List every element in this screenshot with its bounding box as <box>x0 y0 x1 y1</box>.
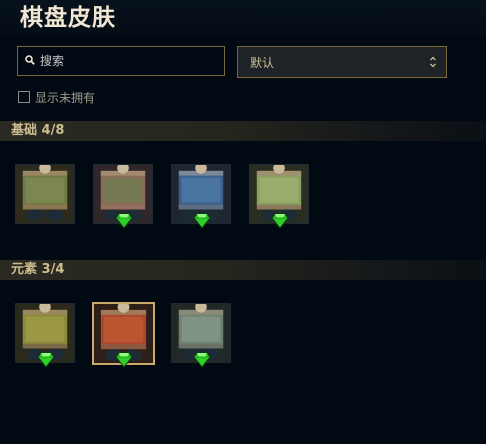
search-box[interactable] <box>17 46 225 76</box>
chevron-updown-icon <box>430 56 436 68</box>
search-input[interactable] <box>40 51 220 71</box>
search-icon <box>25 55 35 65</box>
owned-gem-icon <box>193 352 211 368</box>
section-title: 基础 4/8 <box>11 123 65 138</box>
owned-gem-icon <box>271 213 289 229</box>
section-header-elemental: 元素 3/4 <box>0 260 486 280</box>
section-header-basic: 基础 4/8 <box>0 121 486 141</box>
owned-gem-icon <box>37 352 55 368</box>
owned-gem-icon <box>115 213 133 229</box>
board-skin-thumbnail <box>16 165 74 223</box>
header-bar: 棋盘皮肤 <box>0 0 486 36</box>
show-unowned-label: 显示未拥有 <box>35 91 96 105</box>
show-unowned-checkbox[interactable] <box>18 91 30 103</box>
sort-dropdown-value: 默认 <box>250 56 275 70</box>
board-skin-tile[interactable] <box>15 164 75 224</box>
owned-gem-icon <box>193 213 211 229</box>
section-title: 元素 3/4 <box>11 262 65 277</box>
page-title: 棋盘皮肤 <box>20 5 116 31</box>
sort-dropdown[interactable]: 默认 <box>237 46 447 78</box>
owned-gem-icon <box>115 352 133 368</box>
